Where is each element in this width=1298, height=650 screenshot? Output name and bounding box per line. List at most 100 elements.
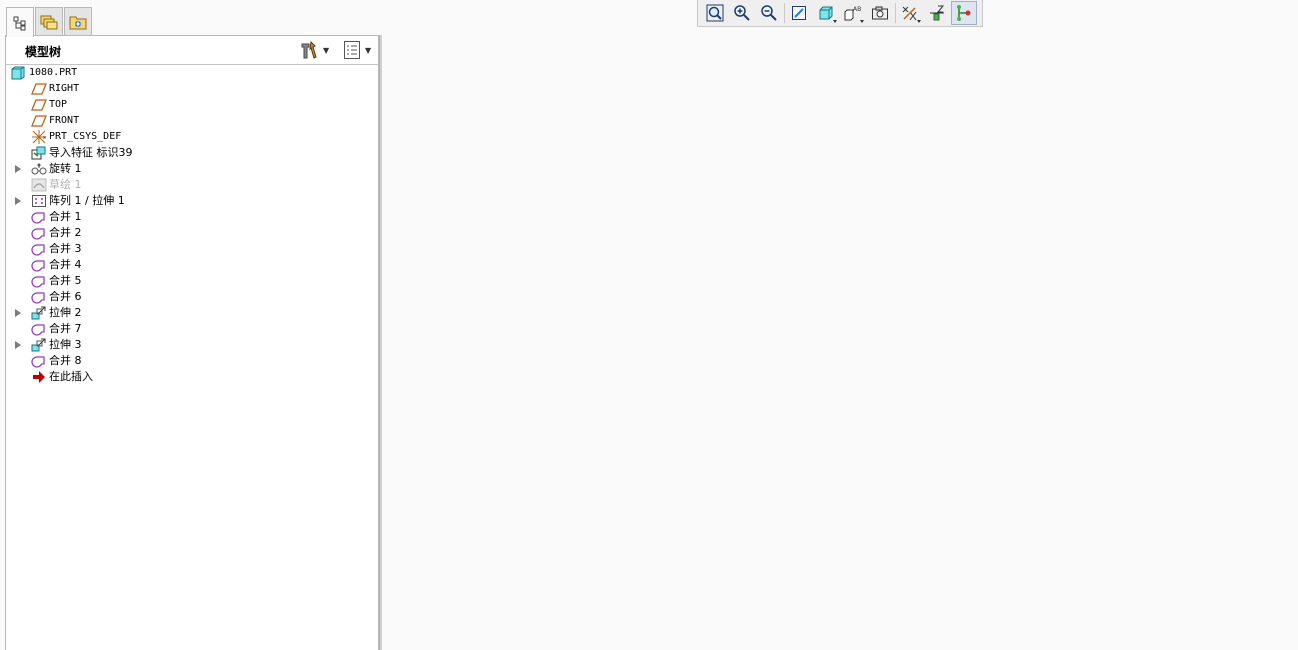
datum-plane-icon [31, 115, 47, 127]
expand-arrow-icon[interactable] [15, 165, 21, 173]
annotation-display-button[interactable] [924, 1, 950, 25]
extrude-icon [31, 338, 46, 352]
tree-item-label: 合并 7 [49, 322, 82, 335]
svg-text:AB: AB [853, 6, 861, 13]
tree-item-label: 合并 5 [49, 274, 82, 287]
tree-columns-button[interactable]: ▼ [343, 40, 371, 60]
tree-item-label: 在此插入 [49, 370, 93, 383]
model-tree-title: 模型树 [25, 45, 62, 59]
display-style-icon [819, 6, 833, 20]
tab-model-tree[interactable] [6, 7, 34, 37]
tree-item[interactable]: 草绘 1 [6, 177, 378, 193]
merge-icon [31, 292, 45, 304]
part-icon [11, 66, 25, 80]
merge-icon [31, 356, 45, 368]
spin-center-button[interactable] [951, 1, 977, 25]
datum-plane-icon [31, 99, 47, 111]
spin-center-icon [957, 5, 971, 21]
tree-item[interactable]: 合并 2 [6, 225, 378, 241]
tree-item[interactable]: 旋转 1 [6, 161, 378, 177]
tree-item[interactable]: FRONT [6, 113, 378, 129]
toolbar-separator [784, 3, 785, 23]
folder-browser-icon [40, 15, 58, 29]
tree-item-label: 导入特征 标识39 [49, 146, 133, 159]
display-style-button[interactable] [813, 1, 839, 25]
tree-item[interactable]: 拉伸 3 [6, 337, 378, 353]
view-manager-icon [872, 6, 888, 20]
tree-item[interactable]: 合并 7 [6, 321, 378, 337]
tree-settings-icon [301, 40, 317, 59]
chevron-down-icon [860, 20, 864, 23]
graphics-toolbar: AB [697, 0, 983, 27]
merge-icon [31, 228, 45, 240]
tree-item-label: 合并 1 [49, 210, 82, 223]
datum-display-button[interactable] [897, 1, 923, 25]
tree-item[interactable]: x PRT_CSYS_DEF [6, 129, 378, 145]
tree-item-label: TOP [49, 99, 68, 110]
coordinate-system-icon: x [32, 130, 46, 144]
tree-item[interactable]: 导入特征 标识39 [6, 145, 378, 161]
tree-item-label: RIGHT [49, 83, 80, 94]
tree-item-label: PRT_CSYS_DEF [49, 131, 122, 142]
tab-favorites[interactable] [64, 7, 92, 35]
merge-icon [31, 324, 45, 336]
zoom-in-button[interactable] [729, 1, 755, 25]
tree-item[interactable]: 合并 4 [6, 257, 378, 273]
datum-plane-icon [31, 83, 47, 95]
tree-item[interactable]: TOP [6, 97, 378, 113]
toolbar-separator [895, 3, 896, 23]
merge-icon [31, 244, 45, 256]
tree-item[interactable]: 合并 5 [6, 273, 378, 289]
zoom-out-icon [761, 5, 777, 21]
pattern-icon [32, 195, 46, 207]
expand-arrow-icon[interactable] [15, 309, 21, 317]
tree-item[interactable]: 在此插入 [6, 369, 378, 385]
insert-here-icon [33, 371, 45, 383]
tree-settings-button[interactable]: ▼ [299, 40, 329, 60]
expand-arrow-icon[interactable] [15, 341, 21, 349]
chevron-down-icon [833, 20, 837, 23]
sketch-icon [31, 178, 47, 192]
tree-item[interactable]: 合并 3 [6, 241, 378, 257]
refit-button[interactable] [702, 1, 728, 25]
tree-item-label: 阵列 1 / 拉伸 1 [49, 194, 125, 207]
tree-root[interactable]: 1080.PRT [6, 65, 378, 81]
svg-text:x: x [43, 135, 46, 141]
zoom-out-button[interactable] [756, 1, 782, 25]
tree-item-label: 合并 6 [49, 290, 82, 303]
saved-orientations-button[interactable]: AB [840, 1, 866, 25]
refit-icon [706, 4, 724, 22]
chevron-down-icon: ▼ [365, 45, 372, 55]
tree-item[interactable]: 合并 8 [6, 353, 378, 369]
tree-item[interactable]: 合并 6 [6, 289, 378, 305]
tree-items: RIGHT TOP FRONT x PRT_CSYS_DEF 导入特征 标识39 旋转 1草… [6, 81, 378, 385]
tree-item[interactable]: 拉伸 2 [6, 305, 378, 321]
tree-item-label: FRONT [49, 115, 80, 126]
model-tree-header: 模型树 ▼ ▼ [6, 36, 378, 65]
navigator-splitter[interactable] [379, 35, 382, 650]
merge-icon [31, 260, 45, 272]
merge-icon [31, 276, 45, 288]
import-feature-icon [31, 146, 46, 160]
tree-item-label: 合并 8 [49, 354, 82, 367]
tree-item-label: 合并 3 [49, 242, 82, 255]
tree-item[interactable]: 阵列 1 / 拉伸 1 [6, 193, 378, 209]
tree-item[interactable]: RIGHT [6, 81, 378, 97]
tree-root-label: 1080.PRT [29, 67, 78, 78]
chevron-down-icon [917, 20, 921, 23]
tree-item-label: 合并 2 [49, 226, 82, 239]
merge-icon [31, 212, 45, 224]
navigator-tabs [0, 0, 380, 37]
tab-folder-browser[interactable] [35, 7, 63, 35]
model-tree-panel: 模型树 ▼ ▼ 1080.PRT RIGHT TOP FRONT x PRT_CSYS_… [5, 35, 379, 650]
tree-item[interactable]: 合并 1 [6, 209, 378, 225]
expand-arrow-icon[interactable] [15, 197, 21, 205]
chevron-down-icon: ▼ [323, 45, 330, 55]
view-manager-button[interactable] [867, 1, 893, 25]
repaint-button[interactable] [786, 1, 812, 25]
tree-item-label: 合并 4 [49, 258, 82, 271]
tree-item-label: 旋转 1 [49, 162, 82, 175]
tree-item-label: 草绘 1 [49, 178, 82, 191]
favorites-icon [69, 16, 87, 29]
tree-item-label: 拉伸 2 [49, 306, 82, 319]
